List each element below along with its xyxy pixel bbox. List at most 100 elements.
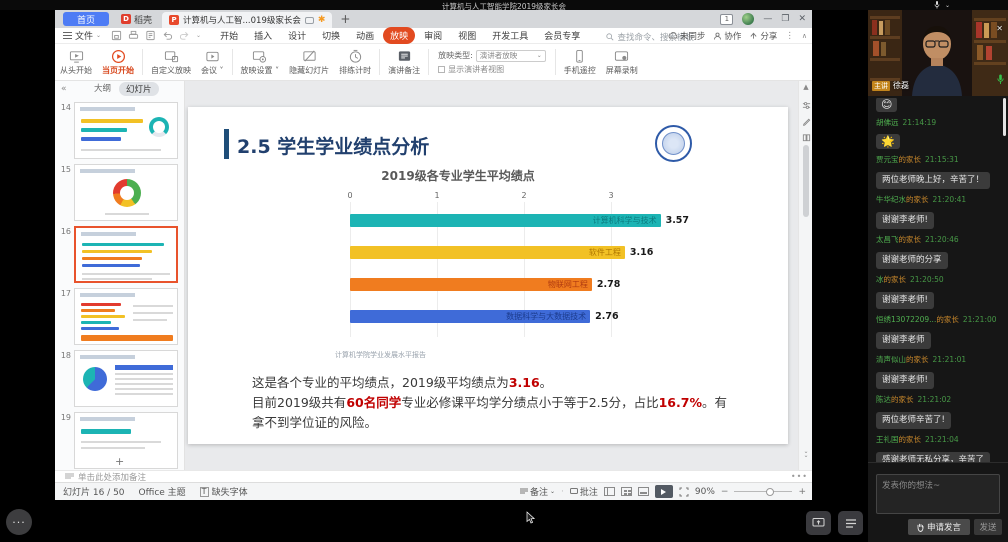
from-beginning-button[interactable]: 从头开始 — [55, 45, 97, 79]
slide-thumbnail-15[interactable]: 15 — [59, 164, 179, 221]
slide-thumbnail-18[interactable]: 18 — [59, 350, 179, 407]
add-slide-button[interactable]: + — [115, 455, 124, 468]
member-list-button[interactable] — [838, 511, 863, 535]
notes-more-icon[interactable]: ••• — [791, 472, 808, 481]
presenter-view-checkbox[interactable] — [438, 65, 446, 73]
from-current-button[interactable]: 当页开始 — [97, 45, 139, 79]
chat-message-bubble: 😊 — [876, 98, 898, 112]
play-type-select[interactable]: 演讲者放映 ⌄ — [475, 49, 546, 62]
new-tab-button[interactable]: + — [340, 12, 350, 26]
send-button[interactable]: 发送 — [974, 519, 1002, 535]
ribbon-tab-设计[interactable]: 设计 — [281, 27, 313, 44]
normal-view-icon[interactable] — [603, 487, 615, 496]
slide-sorter-icon[interactable] — [620, 487, 632, 496]
phone-remote-button[interactable]: 手机遥控 — [559, 45, 601, 79]
missing-font-warning[interactable]: T 缺失字体 — [199, 485, 248, 498]
presenter-video[interactable]: ✕ 主讲 徐磊 — [868, 10, 1008, 96]
fit-window-icon[interactable] — [679, 487, 689, 497]
tab-docker[interactable]: D 稻壳 — [117, 12, 156, 26]
chat-message-header: 贾元宝的家长 21:15:31 — [876, 155, 959, 164]
bar-row: 物联网工程 2.78 — [350, 269, 700, 301]
raise-hand-button[interactable]: 申请发言 — [908, 519, 970, 535]
quick-access-dropdown-icon[interactable]: ⌄ — [196, 32, 201, 39]
zoom-slider[interactable] — [734, 487, 793, 496]
chat-message: 清声似山的家长 21:21:01 谢谢李老师! — [876, 354, 1000, 389]
ribbon-tab-开发工具[interactable]: 开发工具 — [485, 27, 535, 44]
zoom-out-button[interactable]: − — [721, 487, 729, 497]
custom-show-button[interactable]: 自定义放映 — [146, 45, 196, 79]
minimize-button[interactable]: — — [763, 14, 772, 24]
more-menu-icon[interactable]: ⋮ — [785, 31, 794, 41]
reading-view-icon[interactable] — [637, 487, 649, 496]
hide-slide-button[interactable]: 隐藏幻灯片 — [284, 45, 334, 79]
play-slideshow-button[interactable] — [654, 485, 673, 498]
presenter-view-label: 显示演讲者视图 — [448, 64, 505, 74]
theme-name[interactable]: Office 主题 — [139, 485, 186, 498]
chat-message-header: 陈达的家长 21:21:02 — [876, 395, 952, 404]
screen-record-button[interactable]: 屏幕录制 — [601, 45, 643, 79]
chart-title: 2019级各专业学生平均绩点 — [381, 169, 535, 183]
message-center-icon[interactable]: 1 — [720, 13, 734, 25]
rehearse-timing-button[interactable]: 排练计时 — [334, 45, 376, 79]
next-slide-icon[interactable]: ⌄ ⌄ — [800, 449, 812, 459]
ribbon-tab-动画[interactable]: 动画 — [349, 27, 381, 44]
slide-paragraph: 这是各个专业的平均绩点，2019级平均绩点为3.16。 目前2019级共有60名… — [252, 375, 727, 430]
chat-message-list[interactable]: 😊 胡佛远 21:14:19 🌟 贾元宝的家长 21:15:31 两位老师晚上好，辛苦了！ 牛… — [868, 98, 1008, 462]
slides-tab[interactable]: 幻灯片 — [119, 82, 159, 96]
slide-thumbnail-17[interactable]: 17 — [59, 288, 179, 345]
meeting-more-button[interactable]: ··· — [6, 509, 32, 535]
collaborate-button[interactable]: 协作 — [713, 30, 741, 42]
share-button[interactable]: 分享 — [749, 30, 777, 42]
zoom-in-button[interactable]: + — [798, 487, 806, 497]
ribbon-tab-会员专享[interactable]: 会员专享 — [537, 27, 587, 44]
slide-thumbnail-16[interactable]: 16 — [59, 226, 179, 283]
save-icon[interactable] — [111, 30, 122, 41]
collapse-ribbon-icon[interactable]: ∧ — [802, 32, 807, 40]
chat-message: 胡佛远 21:14:19 🌟 — [876, 117, 1000, 149]
chat-input[interactable]: 发表你的想法~ — [876, 474, 1000, 514]
vertical-scrollbar[interactable] — [803, 145, 809, 217]
ribbon-tab-放映[interactable]: 放映 — [383, 27, 416, 44]
chat-message-header: 清声似山的家长 21:21:01 — [876, 355, 967, 364]
notes-bar[interactable]: 单击此处添加备注 ••• — [55, 470, 812, 483]
current-slide[interactable]: 2.5 学生学业绩点分析 2019级各专业学生平均绩点 0 1 2 3 计算机科学与技术… — [188, 107, 788, 444]
meeting-panel: ✕ 主讲 徐磊 😊 胡佛远 21:14:19 🌟 贾元宝的家长 21:15:31 两位老师晚… — [868, 0, 1008, 542]
notes-toggle[interactable]: 备注 ⌄ — [519, 485, 555, 498]
zoom-slider-knob[interactable] — [765, 487, 774, 496]
panel-close-icon[interactable]: ✕ — [996, 24, 1003, 33]
slideshow-settings-button[interactable]: 放映设置 ˅ — [236, 45, 285, 79]
ribbon-tab-视图[interactable]: 视图 — [451, 27, 483, 44]
chevron-down-icon[interactable]: ⌄ — [945, 2, 950, 9]
tab-document[interactable]: P 计算机与人工智...019级家长会 ✱ — [162, 12, 333, 28]
reference-icon[interactable] — [800, 127, 812, 146]
account-avatar[interactable] — [742, 13, 755, 25]
redo-icon[interactable] — [179, 30, 190, 41]
comments-toggle[interactable]: 批注 — [569, 485, 598, 498]
outline-tab[interactable]: 大纲 — [94, 82, 111, 96]
speaker-notes-button[interactable]: 演讲备注 — [383, 45, 425, 79]
preview-icon[interactable] — [145, 30, 156, 41]
play-circle-icon — [111, 49, 125, 63]
x-axis-tick: 3 — [608, 191, 614, 200]
print-icon[interactable] — [128, 30, 139, 41]
sync-status-button[interactable]: 未同步 — [668, 30, 705, 42]
chat-scrollbar[interactable] — [1003, 98, 1006, 136]
microphone-icon[interactable] — [934, 1, 940, 9]
scroll-up-icon[interactable]: ▲ — [800, 83, 812, 91]
document-title: 计算机与人工智...019级家长会 — [183, 16, 301, 26]
file-menu[interactable]: 文件 ⌄ — [63, 29, 101, 42]
close-button[interactable]: ✕ — [798, 14, 806, 24]
ribbon-tab-切换[interactable]: 切换 — [315, 27, 347, 44]
ribbon-tab-插入[interactable]: 插入 — [247, 27, 279, 44]
restore-button[interactable]: ❐ — [781, 14, 789, 24]
tab-home[interactable]: 首页 — [63, 12, 109, 26]
ribbon-tab-开始[interactable]: 开始 — [213, 27, 245, 44]
panel-collapse-icon[interactable]: « — [61, 84, 67, 94]
share-screen-button[interactable] — [806, 511, 831, 535]
meeting-button[interactable]: 会议 ˅ — [196, 45, 229, 79]
chat-message-header: 王礼国的家长 21:21:04 — [876, 435, 959, 444]
zoom-value[interactable]: 90% — [695, 487, 715, 497]
ribbon-tab-审阅[interactable]: 审阅 — [417, 27, 449, 44]
undo-icon[interactable] — [162, 30, 173, 41]
slide-thumbnail-14[interactable]: 14 — [59, 102, 179, 159]
